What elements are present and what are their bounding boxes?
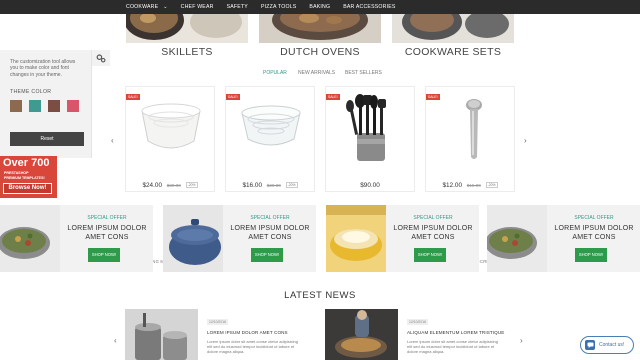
gears-icon[interactable] [92,50,110,66]
news-date: 12/10/2016 [407,319,428,325]
product-tabs: POPULAR NEW ARRIVALS BEST SELLERS [0,70,640,78]
offer-heading: LOREM IPSUM DOLOR AMET CONS [393,225,473,241]
offer-image [326,205,386,272]
offer-image [0,205,60,272]
latest-news-title: LATEST NEWS [284,290,356,301]
product-card[interactable]: SALE! ANTI-FREEZE ICE-CREAM... $12.00 $1… [425,86,515,264]
news-prev-icon[interactable]: ‹ [114,336,117,345]
nav-item-chef-wear[interactable]: CHEF WEAR [181,4,214,10]
offer-label: SPECIAL OFFER [574,215,614,221]
color-swatches [10,100,86,112]
offer-heading: LOREM IPSUM DOLOR AMET CONS [67,225,147,241]
promo-line-1: PRESTASHOP [4,171,29,175]
color-swatch-dark-brown[interactable] [48,100,60,112]
carousel-next-icon[interactable]: › [524,136,527,145]
product-old-price: $20.00 [266,183,281,188]
product-price: $24.00 [142,182,162,189]
theme-color-label: THEME COLOR [10,89,52,95]
product-old-price: $30.00 [166,183,181,188]
product-image[interactable] [232,93,310,163]
discount-badge: -20% [185,182,198,189]
browse-now-button[interactable]: Browse Now! [3,183,52,194]
category-title-dutch-ovens[interactable]: DUTCH OVENS [259,46,381,58]
color-swatch-teal[interactable] [29,100,41,112]
product-old-price: $15.00 [466,183,481,188]
tab-new-arrivals[interactable]: NEW ARRIVALS [298,70,335,76]
category-title-cookware-sets[interactable]: COOKWARE SETS [392,46,514,58]
nav-item-baking[interactable]: BAKING [309,4,330,10]
news-next-icon[interactable]: › [520,336,523,345]
color-swatch-brown[interactable] [10,100,22,112]
reset-button[interactable]: Reset [10,132,84,146]
shop-now-button[interactable]: SHOP NOW! [88,248,120,262]
special-offer-banner[interactable]: SPECIAL OFFER LOREM IPSUM DOLOR AMET CON… [163,205,316,272]
customizer-description: The customization tool allows you to mak… [10,59,76,78]
category-image-cookware-sets[interactable] [392,14,514,43]
category-title-skillets[interactable]: SKILLETS [126,46,248,58]
nav-item-bar-accessories[interactable]: BAR ACCESSORIES [343,4,395,10]
sale-badge: SALE! [326,94,340,100]
promo-line-2: PREMIUM TEMPLATES! [4,176,45,180]
shop-now-button[interactable]: SHOP NOW! [251,248,283,262]
theme-customizer-panel: The customization tool allows you to mak… [0,50,110,158]
news-heading[interactable]: ALIQUAM ELEMENTUM LOREM TRISTIQUE [407,330,504,335]
offer-heading: LOREM IPSUM DOLOR AMET CONS [554,225,634,241]
product-prices: $12.00 $15.00 -20% [426,182,514,189]
news-heading[interactable]: LOREM IPSUM DOLOR AMET CONS [207,330,288,335]
special-offer-banner[interactable]: SPECIAL OFFER LOREM IPSUM DOLOR AMET CON… [0,205,153,272]
product-card[interactable]: SALE! NESTING MIXING BOWL SET $24.00 $30… [125,86,215,264]
offer-label: SPECIAL OFFER [250,215,290,221]
offer-image [487,205,547,272]
product-prices: $90.00 [326,182,414,189]
offer-label: SPECIAL OFFER [413,215,453,221]
top-navigation: COOKWARE ⌄ CHEF WEAR SAFETY PIZZA TOOLS B… [0,0,640,14]
carousel-prev-icon[interactable]: ‹ [111,136,114,145]
product-price: $12.00 [442,182,462,189]
nav-item-cookware[interactable]: COOKWARE ⌄ [126,4,168,10]
color-swatch-pink[interactable] [67,100,79,112]
news-excerpt: Lorem ipsum dolor sit amet conse ctetur … [207,339,298,355]
offer-image [163,205,223,272]
category-image-skillets[interactable] [126,14,248,43]
news-image[interactable] [325,309,398,360]
chevron-down-icon: ⌄ [163,4,168,10]
product-image[interactable] [332,93,410,163]
sale-badge: SALE! [426,94,440,100]
special-offer-banner[interactable]: SPECIAL OFFER LOREM IPSUM DOLOR AMET CON… [487,205,640,272]
news-image[interactable] [125,309,198,360]
discount-badge: -20% [285,182,298,189]
product-prices: $16.00 $20.00 -20% [226,182,314,189]
tab-popular[interactable]: POPULAR [263,70,287,76]
product-image[interactable] [132,93,210,163]
shop-now-button[interactable]: SHOP NOW! [575,248,607,262]
promo-headline: Over 700 [3,157,50,169]
category-image-dutch-ovens[interactable] [259,14,381,43]
offer-heading: LOREM IPSUM DOLOR AMET CONS [230,225,310,241]
news-excerpt: Lorem ipsum dolor sit amet conse ctetur … [407,339,498,355]
nav-item-pizza-tools[interactable]: PIZZA TOOLS [261,4,296,10]
product-card[interactable]: SALE! HOLDER WITH TOOLS SET $90.00 [325,86,415,264]
product-price: $90.00 [360,182,380,189]
prestashop-promo-banner[interactable]: Over 700 PRESTASHOP PREMIUM TEMPLATES! B… [0,156,57,198]
news-date: 12/10/2016 [207,319,228,325]
discount-badge: -20% [485,182,498,189]
product-prices: $24.00 $30.00 -20% [126,182,214,189]
chat-icon [585,340,595,350]
sale-badge: SALE! [226,94,240,100]
product-image[interactable] [432,93,510,163]
offer-label: SPECIAL OFFER [87,215,127,221]
special-offer-banner[interactable]: SPECIAL OFFER LOREM IPSUM DOLOR AMET CON… [326,205,479,272]
product-card[interactable]: SALE! GLASS NESTING BOWL SET $16.00 $20.… [225,86,315,264]
contact-us-label: Contact us! [599,342,625,348]
shop-now-button[interactable]: SHOP NOW! [414,248,446,262]
nav-item-safety[interactable]: SAFETY [227,4,248,10]
sale-badge: SALE! [126,94,140,100]
tab-best-sellers[interactable]: BEST SELLERS [345,70,382,76]
contact-us-button[interactable]: Contact us! [580,336,634,354]
product-price: $16.00 [242,182,262,189]
